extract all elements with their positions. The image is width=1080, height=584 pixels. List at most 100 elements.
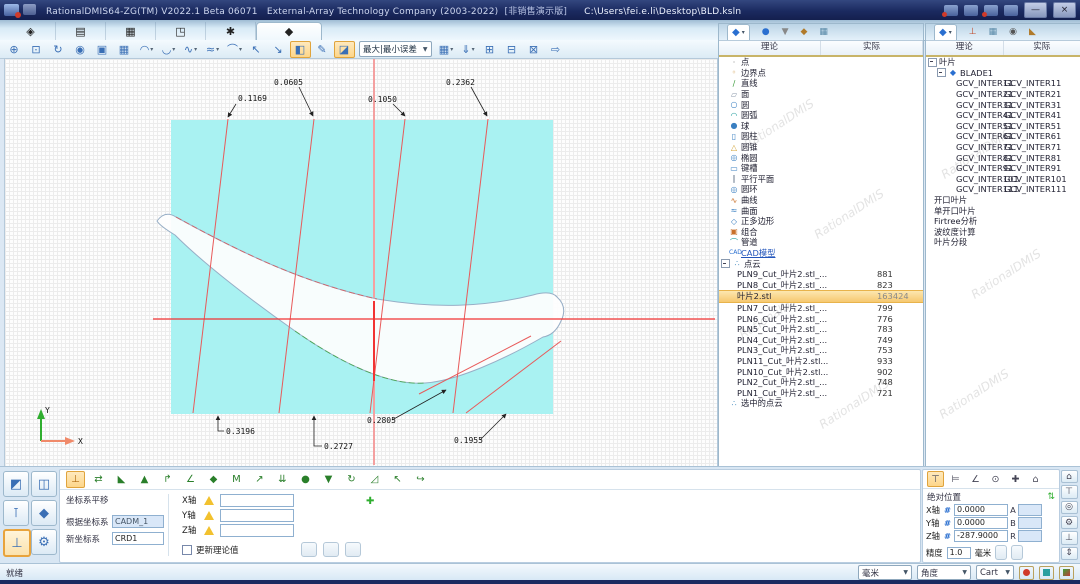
add-axis-icon[interactable]: ✚ — [366, 496, 374, 507]
close-button[interactable]: × — [1053, 2, 1076, 18]
gcv-section-row[interactable]: GCV_INTER11 GCV_INTER11 — [926, 78, 1080, 89]
position-value-input[interactable]: 0.0000 — [954, 517, 1008, 529]
cs-toolbar-icon[interactable]: ◆ — [204, 471, 223, 488]
target-icon[interactable]: # — [944, 518, 954, 528]
update-theory-checkbox[interactable] — [182, 545, 192, 555]
edge-icon[interactable]: ⊥ — [1061, 531, 1078, 544]
form-button[interactable] — [345, 542, 361, 557]
position-toolbar-icon[interactable]: ⊨ — [947, 471, 964, 487]
angle-select[interactable]: 角度▼ — [917, 565, 971, 580]
base-cs-input[interactable]: CADM_1 — [112, 515, 164, 528]
gcv-section-row[interactable]: GCV_INTER91 GCV_INTER91 — [926, 163, 1080, 174]
col-actual[interactable]: 实际 — [821, 41, 923, 55]
toolbar-icon[interactable]: ⊞ — [480, 41, 501, 58]
probe-status-icon[interactable] — [1004, 5, 1018, 16]
ruler-indicator-icon[interactable] — [1039, 566, 1054, 580]
tab-axis-icon[interactable]: ⊥ — [969, 27, 977, 37]
col-theory[interactable]: 理论 — [926, 41, 1004, 55]
collapse-icon[interactable] — [937, 68, 946, 77]
tab-blade-tree[interactable]: ◆▾ — [934, 24, 957, 40]
gcv-section-row[interactable]: GCV_INTER31 GCV_INTER31 — [926, 99, 1080, 110]
analysis-tree-item[interactable]: 叶片分段 — [926, 237, 1080, 248]
toolbar-icon[interactable]: ≈▾ — [202, 41, 223, 58]
mode-button[interactable]: ⚙ — [31, 529, 57, 555]
new-cs-input[interactable]: CRD1 — [112, 532, 164, 545]
tab-report-icon[interactable]: ◆ — [801, 27, 808, 37]
cs-toolbar-icon[interactable]: ⇊ — [273, 471, 292, 488]
unit-select[interactable]: 毫米▼ — [858, 565, 912, 580]
mode-button[interactable]: ⊺ — [3, 500, 29, 526]
toolbar-icon[interactable]: ⊡ — [26, 41, 47, 58]
cs-toolbar-icon[interactable]: ◿ — [365, 471, 384, 488]
toolbar-icon[interactable]: ▦▾ — [436, 41, 457, 58]
rotary-axis-input[interactable] — [1018, 504, 1042, 516]
probe-indicator-icon[interactable] — [1059, 566, 1074, 580]
target-icon[interactable]: # — [944, 531, 954, 541]
position-value-input[interactable]: 0.0000 — [954, 504, 1008, 516]
tab-features[interactable]: ◆▾ — [727, 24, 750, 40]
monitor-icon[interactable] — [944, 5, 958, 16]
axis-offset-input[interactable] — [220, 524, 294, 537]
precision-input[interactable]: 1.0 — [947, 547, 971, 559]
axis-offset-input[interactable] — [220, 494, 294, 507]
tree-node-blade-root[interactable]: 叶片 — [926, 57, 1080, 68]
collapse-icon[interactable] — [721, 259, 730, 268]
toolbar-icon[interactable]: ⊕ — [4, 41, 25, 58]
mode-button[interactable]: ◩ — [3, 471, 29, 497]
toolbar-icon[interactable]: ◉ — [70, 41, 91, 58]
app-icon[interactable] — [4, 4, 19, 16]
error-mode-dropdown[interactable]: 最大|最小误差 ▼ — [359, 41, 432, 57]
cs-toolbar-icon[interactable]: ↻ — [342, 471, 361, 488]
position-value-input[interactable]: -287.9000 — [954, 530, 1008, 542]
gcv-section-row[interactable]: GCV_INTER101 GCV_INTER101 — [926, 174, 1080, 185]
coordinate-mode-select[interactable]: Cart▼ — [976, 565, 1014, 580]
position-toolbar-icon[interactable]: ✚ — [1007, 471, 1024, 487]
ribbon-tab[interactable]: ◈ — [6, 22, 56, 40]
tree-item-selected-cloud[interactable]: ∴ 选中的点云 — [719, 398, 923, 409]
target-icon[interactable]: # — [944, 505, 954, 515]
edge-icon[interactable]: ⚙ — [1061, 516, 1078, 529]
cs-toolbar-icon[interactable]: ◣ — [112, 471, 131, 488]
ribbon-tab[interactable]: ✱ — [206, 22, 256, 40]
gcv-section-row[interactable]: GCV_INTER41 GCV_INTER41 — [926, 110, 1080, 121]
tab-flag-icon[interactable]: ◣ — [1029, 27, 1036, 37]
mode-button[interactable]: ◫ — [31, 471, 57, 497]
device-icon[interactable] — [984, 5, 998, 16]
toolbar-icon[interactable]: ↻ — [48, 41, 69, 58]
toolbar-icon[interactable]: ◠▾ — [136, 41, 157, 58]
toolbar-icon[interactable]: ◪ — [334, 41, 355, 58]
form-button[interactable] — [301, 542, 317, 557]
swap-mode-icon[interactable]: ⇅ — [1047, 492, 1055, 502]
cs-toolbar-icon[interactable]: ↱ — [158, 471, 177, 488]
gcv-section-row[interactable]: GCV_INTER81 GCV_INTER81 — [926, 152, 1080, 163]
rotary-axis-input[interactable] — [1018, 530, 1042, 542]
record-indicator-icon[interactable] — [1019, 566, 1034, 580]
position-toolbar-icon[interactable]: ⊙ — [987, 471, 1004, 487]
toolbar-icon[interactable]: ◡▾ — [158, 41, 179, 58]
toolbar-icon[interactable]: ⊟ — [502, 41, 523, 58]
point-cloud-item[interactable]: 叶片2.stl 163424 — [719, 290, 923, 303]
gcv-section-row[interactable]: GCV_INTER21 GCV_INTER21 — [926, 89, 1080, 100]
toolbar-icon[interactable]: ⌒▾ — [224, 41, 245, 58]
edge-icon[interactable]: ◎ — [1061, 501, 1078, 514]
ribbon-tab[interactable]: ▤ — [56, 22, 106, 40]
mode-button[interactable]: ◆ — [31, 500, 57, 526]
toolbar-icon[interactable]: ∿▾ — [180, 41, 201, 58]
edge-icon[interactable]: ⇕ — [1061, 547, 1078, 560]
tab-camera-icon[interactable]: ◉ — [1009, 27, 1017, 37]
toolbar-icon[interactable]: ✎ — [312, 41, 333, 58]
cs-toolbar-icon[interactable]: ∠ — [181, 471, 200, 488]
col-theory[interactable]: 理论 — [719, 41, 821, 55]
ribbon-tab[interactable]: ◆ — [256, 22, 322, 40]
position-toolbar-icon[interactable]: ⌂ — [1027, 471, 1044, 487]
toolbar-icon[interactable]: ↘ — [268, 41, 289, 58]
toolbar-icon[interactable]: ↖ — [246, 41, 267, 58]
gcv-section-row[interactable]: GCV_INTER51 GCV_INTER51 — [926, 121, 1080, 132]
toolbar-icon[interactable]: ▣ — [92, 41, 113, 58]
graphics-viewport[interactable]: Y X 0.11690.06050.10500.23620.31960.2727… — [4, 58, 718, 468]
cs-toolbar-icon[interactable]: ⊥ — [66, 471, 85, 488]
tab-sphere-icon[interactable]: ● — [762, 27, 770, 37]
cs-toolbar-icon[interactable]: ↗ — [250, 471, 269, 488]
axis-offset-input[interactable] — [220, 509, 294, 522]
cs-toolbar-icon[interactable]: ⇄ — [89, 471, 108, 488]
